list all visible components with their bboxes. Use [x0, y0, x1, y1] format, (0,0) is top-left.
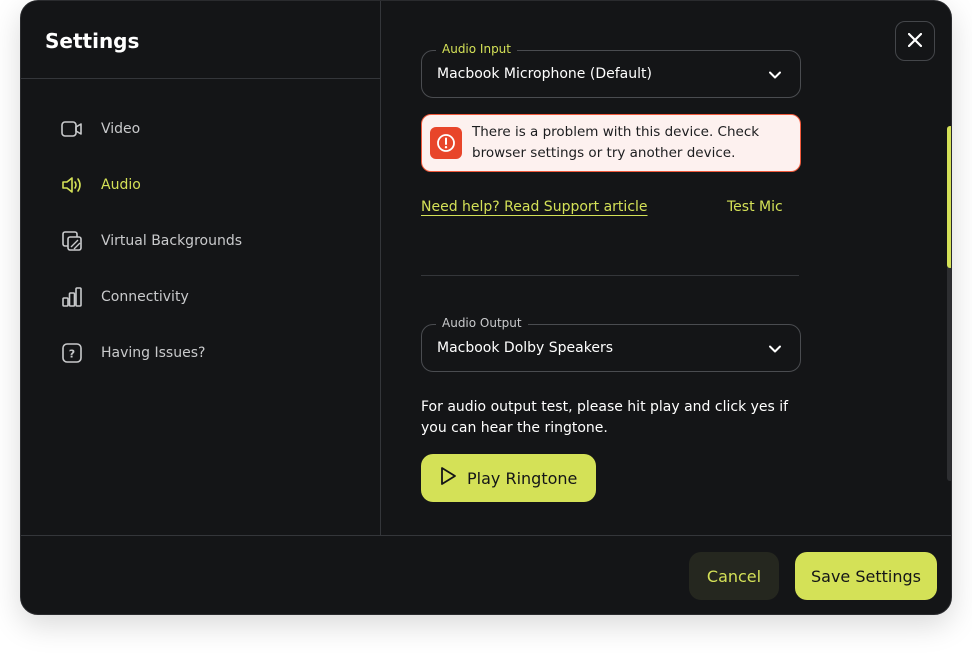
sidebar-item-audio[interactable]: Audio: [61, 157, 242, 213]
question-icon: ?: [61, 342, 83, 364]
audio-input-select[interactable]: Audio Input Macbook Microphone (Default): [421, 42, 801, 98]
audio-output-description: For audio output test, please hit play a…: [421, 399, 789, 436]
audio-input-value: Macbook Microphone (Default): [437, 66, 652, 82]
virtual-background-icon: [61, 230, 83, 252]
sidebar-item-having-issues[interactable]: ? Having Issues?: [61, 325, 242, 381]
sidebar-item-label: Having Issues?: [101, 345, 206, 361]
close-button[interactable]: [895, 21, 935, 61]
speaker-icon: [61, 174, 83, 196]
device-error-alert: There is a problem with this device. Che…: [421, 114, 801, 172]
sidebar-item-label: Audio: [101, 177, 141, 193]
scrollbar-thumb[interactable]: [947, 126, 951, 268]
bar-chart-icon: [61, 286, 83, 308]
audio-output-value: Macbook Dolby Speakers: [437, 340, 614, 356]
sidebar-item-video[interactable]: Video: [61, 101, 242, 157]
play-ringtone-label: Play Ringtone: [467, 468, 578, 488]
video-camera-icon: [61, 118, 83, 140]
play-icon: [439, 466, 457, 490]
sidebar-item-connectivity[interactable]: Connectivity: [61, 269, 242, 325]
sidebar-item-label: Virtual Backgrounds: [101, 233, 243, 249]
scrollbar-track[interactable]: [947, 126, 951, 481]
cancel-button[interactable]: Cancel: [689, 552, 779, 600]
close-icon: [907, 32, 923, 51]
audio-settings-panel: Audio Input Macbook Microphone (Default)…: [381, 1, 951, 535]
audio-output-select[interactable]: Audio Output Macbook Dolby Speakers: [421, 316, 801, 372]
support-article-link[interactable]: Need help? Read Support article: [421, 199, 648, 215]
alert-icon: [430, 127, 462, 159]
svg-text:?: ?: [69, 348, 75, 361]
section-divider: [421, 275, 799, 276]
sidebar-item-label: Connectivity: [101, 289, 189, 305]
settings-modal: Settings Video Audio Virtual Backgrounds: [20, 0, 952, 615]
test-mic-button[interactable]: Test Mic: [727, 199, 783, 215]
sidebar: Settings Video Audio Virtual Backgrounds: [21, 1, 381, 535]
chevron-down-icon: [768, 341, 782, 360]
settings-nav: Video Audio Virtual Backgrounds Connecti…: [61, 101, 242, 381]
chevron-down-icon: [768, 67, 782, 86]
modal-footer: Cancel Save Settings: [21, 535, 951, 614]
sidebar-item-virtual-backgrounds[interactable]: Virtual Backgrounds: [61, 213, 242, 269]
save-settings-button[interactable]: Save Settings: [795, 552, 937, 600]
page-title: Settings: [45, 29, 140, 53]
play-ringtone-button[interactable]: Play Ringtone: [421, 454, 596, 502]
alert-message: There is a problem with this device. Che…: [472, 124, 760, 161]
audio-output-label: Audio Output: [436, 316, 528, 330]
sidebar-item-label: Video: [101, 121, 141, 137]
sidebar-header: Settings: [21, 1, 380, 79]
audio-input-label: Audio Input: [436, 42, 517, 56]
